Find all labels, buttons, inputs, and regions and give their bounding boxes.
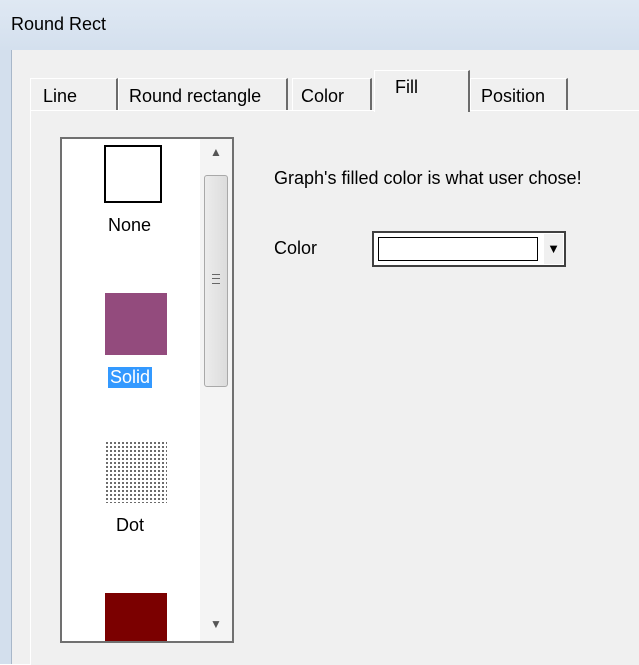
list-item-none[interactable]: None bbox=[62, 143, 202, 253]
tab-line[interactable]: Line bbox=[30, 78, 118, 110]
list-item-dot[interactable]: Dot bbox=[62, 441, 202, 541]
window-title: Round Rect bbox=[11, 14, 107, 34]
triangle-up-icon: ▲ bbox=[210, 145, 222, 159]
triangle-down-icon: ▼ bbox=[210, 617, 222, 631]
grip-icon bbox=[212, 274, 220, 284]
tab-position[interactable]: Position bbox=[470, 78, 568, 110]
tab-round-rectangle[interactable]: Round rectangle bbox=[118, 78, 288, 110]
tab-position-label: Position bbox=[481, 86, 546, 106]
window-frame-left bbox=[0, 50, 12, 664]
tab-fill[interactable]: Fill bbox=[374, 70, 470, 112]
list-item-label: None bbox=[108, 215, 152, 235]
list-item-label: Dot bbox=[116, 515, 145, 535]
none-swatch-icon bbox=[104, 145, 162, 203]
color-label: Color bbox=[274, 238, 318, 258]
dot-pattern-icon bbox=[105, 441, 167, 503]
tab-round-rectangle-label: Round rectangle bbox=[129, 86, 262, 106]
round-rect-dialog: Round Rect Line Round rectangle Color Fi… bbox=[0, 0, 639, 665]
list-item-solid[interactable]: Solid bbox=[62, 293, 202, 403]
dropdown-arrow-icon[interactable]: ▼ bbox=[543, 234, 563, 264]
solid-swatch-icon bbox=[105, 293, 167, 355]
tab-color-label: Color bbox=[301, 86, 345, 106]
color-dropdown[interactable]: ▼ bbox=[372, 231, 566, 267]
list-item-dark-red[interactable] bbox=[62, 593, 202, 641]
dark-red-swatch-icon bbox=[105, 593, 167, 641]
scroll-up-button[interactable]: ▲ bbox=[200, 141, 232, 163]
scroll-down-button[interactable]: ▼ bbox=[200, 613, 232, 635]
scroll-thumb[interactable] bbox=[204, 175, 228, 387]
title-bar[interactable]: Round Rect bbox=[0, 0, 639, 50]
list-item-label: Solid bbox=[108, 367, 153, 388]
list-scrollbar[interactable]: ▲ ▼ bbox=[200, 139, 232, 641]
fill-description: Graph's filled color is what user chose! bbox=[274, 168, 582, 188]
tab-color[interactable]: Color bbox=[292, 78, 372, 110]
tab-fill-label: Fill bbox=[395, 77, 418, 97]
selected-color-swatch bbox=[378, 237, 538, 261]
tab-line-label: Line bbox=[43, 86, 78, 106]
